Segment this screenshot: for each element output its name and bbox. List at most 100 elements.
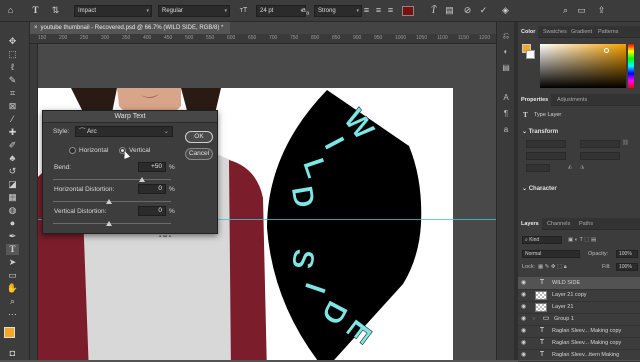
font-size-select[interactable]: 24 pt ▾ [256, 5, 306, 17]
history-brush-tool-icon[interactable]: ↺ [6, 166, 19, 177]
blend-mode-select[interactable]: Normal [522, 250, 580, 258]
align-right-icon[interactable]: ≡ [385, 5, 396, 16]
filter-icons[interactable]: ▣ ◐ T ⬚ ▤ [568, 237, 596, 243]
rectangle-tool-icon[interactable]: ▭ [6, 270, 19, 281]
font-family-select[interactable]: Impact ▾ [74, 5, 152, 17]
move-tool-icon[interactable]: ✥ [6, 36, 19, 47]
gradient-tool-icon[interactable]: ▦ [6, 192, 19, 203]
bend-slider-track[interactable] [53, 179, 171, 180]
close-icon[interactable]: × [34, 25, 38, 31]
layer-filter-select[interactable]: ⌕ Kind [522, 236, 562, 244]
type-tool-preset-icon[interactable]: T [30, 5, 41, 16]
lasso-tool-icon[interactable]: ℓ [6, 62, 19, 73]
hand-tool-icon[interactable]: ✋ [6, 283, 19, 294]
tab-channels[interactable]: Channels [544, 218, 573, 230]
tab-properties[interactable]: Properties [518, 94, 552, 106]
share-icon[interactable]: ⇪ [596, 5, 607, 16]
quick-mask-icon[interactable]: ◘ [6, 348, 19, 359]
paragraph-icon[interactable]: ¶ [500, 108, 512, 120]
tab-layers[interactable]: Layers [518, 218, 542, 230]
font-style-select[interactable]: Regular ▾ [158, 5, 230, 17]
layer-row[interactable]: ◉ T Raglan Sleev...ttern Making [518, 349, 640, 362]
path-selection-tool-icon[interactable]: ➤ [6, 257, 19, 268]
orientation-toggle-icon[interactable]: ⇅ [50, 5, 61, 16]
vertical-distortion-input[interactable]: 0 [138, 206, 166, 216]
color-picker-marker[interactable] [604, 48, 609, 53]
workspace-icon[interactable]: ▭ [576, 5, 587, 16]
color-background-swatch[interactable] [526, 50, 535, 59]
bend-slider-knob[interactable] [138, 177, 145, 182]
tab-adjustments[interactable]: Adjustments [554, 94, 590, 106]
libraries-icon[interactable]: ▤ [500, 62, 512, 74]
opacity-input[interactable]: 100% [616, 250, 638, 258]
marquee-tool-icon[interactable]: ⬚ [6, 49, 19, 60]
tab-patterns[interactable]: Patterns [595, 26, 621, 38]
more-tools-icon[interactable]: ⋯ [6, 309, 19, 320]
crop-tool-icon[interactable]: ⌗ [6, 88, 19, 99]
antialias-icon: aa [301, 7, 310, 17]
zoom-tool-icon[interactable]: ⌕ [6, 296, 19, 307]
horizontal-radio[interactable] [69, 147, 76, 154]
eye-icon[interactable]: ◉ [521, 301, 529, 313]
eye-icon[interactable]: ◉ [521, 337, 529, 349]
pen-tool-icon[interactable]: ✒ [6, 231, 19, 242]
foreground-color-swatch[interactable] [4, 327, 15, 338]
opacity-label: Opacity: [588, 251, 609, 257]
eye-icon[interactable]: ◉ [521, 289, 529, 301]
tab-paths[interactable]: Paths [576, 218, 596, 230]
tab-swatches[interactable]: Swatches [540, 26, 570, 38]
cancel-button[interactable]: Cancel [185, 148, 213, 160]
color-picker-field[interactable] [540, 44, 626, 88]
hue-slider[interactable] [628, 44, 634, 88]
character-icon[interactable]: A [500, 92, 512, 104]
blur-tool-icon[interactable]: ◍ [6, 205, 19, 216]
home-icon[interactable]: ⌂ [5, 5, 16, 16]
eye-icon[interactable]: ◉ [521, 349, 529, 361]
horizontal-distortion-slider-track[interactable] [53, 201, 171, 202]
eye-icon[interactable]: ◉ [521, 277, 529, 289]
text-color-swatch[interactable] [402, 6, 414, 16]
horizontal-distortion-slider-knob[interactable] [106, 199, 112, 204]
tab-gradient[interactable]: Gradient [568, 26, 595, 38]
vertical-distortion-slider-track[interactable] [53, 223, 171, 224]
vertical-distortion-slider-knob[interactable] [106, 221, 112, 226]
brush-tool-icon[interactable]: ✐ [6, 140, 19, 151]
glyphs-icon[interactable]: a [500, 124, 512, 136]
quick-selection-tool-icon[interactable]: ✎ [6, 75, 19, 86]
folder-icon: ▭ [542, 315, 550, 322]
document-tab[interactable]: × youtube thumbnail - Recovered.psd @ 66.… [30, 22, 230, 34]
cancel-icon[interactable]: ⊘ [462, 5, 473, 16]
align-left-icon[interactable]: ≡ [361, 5, 372, 16]
search-icon[interactable]: ⌕ [560, 5, 571, 16]
lock-icons[interactable]: ▦ ✎ ✥ ⬚ 🔒︎ [538, 264, 567, 271]
3d-icon[interactable]: ◈ [500, 5, 511, 16]
commit-icon[interactable]: ✓ [478, 5, 489, 16]
warp-text-icon[interactable]: T̃ [428, 5, 439, 16]
history-icon[interactable]: ⎌ [500, 30, 512, 42]
flip-vertical-icon: ◮ [580, 164, 585, 170]
dialog-title: Warp Text [43, 111, 217, 123]
dodge-tool-icon[interactable]: ● [6, 218, 19, 229]
adjustments-icon[interactable]: ◐ [500, 46, 512, 58]
eye-icon[interactable]: ◉ [521, 325, 529, 337]
healing-brush-tool-icon[interactable]: ✚ [6, 127, 19, 138]
style-select[interactable]: ⌒ Arc ⌄ [75, 126, 173, 137]
tab-color[interactable]: Color [518, 26, 539, 38]
frame-tool-icon[interactable]: ⊠ [6, 101, 19, 112]
type-tool-icon[interactable]: T [6, 244, 19, 255]
horizontal-distortion-input[interactable]: 0 [138, 184, 166, 194]
bend-input[interactable]: +50 [138, 162, 166, 172]
eye-icon[interactable]: ◉ [521, 313, 529, 325]
antialias-select[interactable]: Strong ▾ [314, 5, 362, 17]
clone-stamp-tool-icon[interactable]: ♣ [6, 153, 19, 164]
align-center-icon[interactable]: ≡ [373, 5, 384, 16]
eraser-tool-icon[interactable]: ◪ [6, 179, 19, 190]
character-section[interactable]: ⌄ Character [522, 185, 557, 192]
layer-name: Layer 21 [552, 304, 574, 310]
chevron-right-icon[interactable]: › [533, 313, 535, 325]
ok-button[interactable]: OK [185, 131, 213, 143]
character-panel-icon[interactable]: ▤ [444, 5, 455, 16]
eyedropper-tool-icon[interactable]: ⁄ [6, 114, 19, 125]
transform-section[interactable]: ⌄ Transform [522, 128, 558, 135]
fill-input[interactable]: 100% [616, 263, 638, 271]
